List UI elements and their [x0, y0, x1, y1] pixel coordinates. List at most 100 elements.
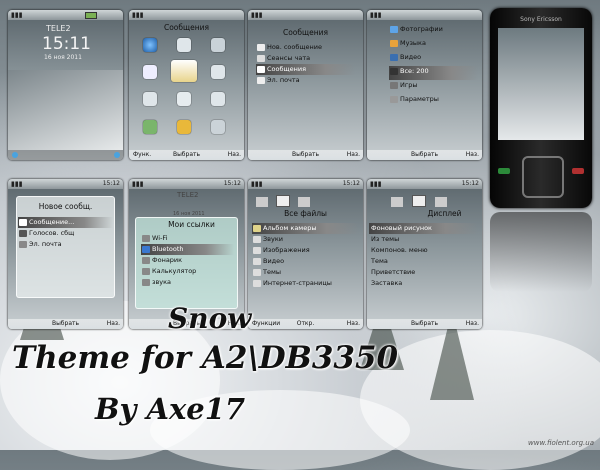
- list-item[interactable]: Wi-Fi: [141, 233, 234, 244]
- wifi-icon: [142, 235, 150, 242]
- screen-title: Сообщения: [282, 28, 328, 37]
- camera-icon[interactable]: [143, 65, 157, 79]
- contacts-icon[interactable]: [177, 38, 191, 52]
- email-icon: [19, 241, 27, 248]
- new-message-icon: [257, 44, 265, 51]
- folder-tab-icon[interactable]: [298, 197, 311, 207]
- globe-icon[interactable]: [143, 38, 157, 52]
- new-message-menu: Сообщение... Голосов. сбщ Эл. почта: [18, 217, 113, 250]
- list-item[interactable]: Заставка: [369, 278, 478, 289]
- status-bar: ▮▮▮ 15:12: [248, 179, 363, 189]
- envelope-icon: [257, 66, 265, 73]
- list-item[interactable]: Интернет-страницы: [252, 278, 359, 289]
- folder-icon: [253, 247, 261, 254]
- end-key: [572, 168, 584, 174]
- film-icon: [390, 68, 398, 75]
- list-item[interactable]: Музыка: [389, 38, 478, 52]
- list-item[interactable]: Звуки: [252, 234, 359, 245]
- signal-icon: ▮▮▮: [132, 11, 144, 19]
- files-menu: Альбом камеры Звуки Изображения Видео Те…: [252, 223, 359, 289]
- list-item[interactable]: Параметры: [389, 94, 478, 108]
- right-dot-icon[interactable]: [114, 152, 120, 158]
- media-icon[interactable]: [143, 92, 157, 106]
- list-item[interactable]: Приветствие: [369, 267, 478, 278]
- list-item[interactable]: Голосов. сбщ: [18, 228, 113, 239]
- list-item-selected[interactable]: Сообщение...: [18, 217, 113, 228]
- call-key: [498, 168, 510, 174]
- list-item[interactable]: Видео: [252, 256, 359, 267]
- screen-media: ▮▮▮ Фотографии Музыка Видео Все: 200 Игр…: [367, 10, 482, 160]
- calendar-icon[interactable]: [177, 120, 191, 134]
- arrow-icon[interactable]: [143, 120, 157, 134]
- standby-wallpaper: [8, 70, 123, 150]
- settings-tab-icon[interactable]: [391, 197, 403, 207]
- status-bar: ▮▮▮: [129, 10, 244, 20]
- list-item[interactable]: Сеансы чата: [256, 53, 355, 64]
- music-icon: [390, 40, 398, 47]
- left-dot-icon[interactable]: [12, 152, 18, 158]
- status-time: 15:12: [342, 180, 360, 187]
- screen-new-message: ▮▮▮ 15:12 Новое сообщ. Сообщение... Голо…: [8, 179, 123, 329]
- softkey-right[interactable]: Наз.: [347, 319, 360, 329]
- softkey-right[interactable]: Наз.: [228, 150, 241, 160]
- folder-icon: [253, 280, 261, 287]
- folder-tab-icon[interactable]: [256, 197, 268, 207]
- softkey-right[interactable]: Наз.: [107, 319, 120, 329]
- list-item[interactable]: Калькулятор: [141, 266, 234, 277]
- list-item[interactable]: Эл. почта: [18, 239, 113, 250]
- screen-title: Все файлы: [284, 209, 327, 218]
- list-item[interactable]: Видео: [389, 52, 478, 66]
- signal-icon: ▮▮▮: [251, 180, 263, 188]
- list-item[interactable]: звука: [141, 277, 234, 288]
- list-item[interactable]: Фонарик: [141, 255, 234, 266]
- status-bar: ▮▮▮ 15:12: [129, 179, 244, 189]
- signal-icon: ▮▮▮: [251, 11, 263, 19]
- softkey-right[interactable]: Наз.: [347, 150, 360, 160]
- list-item-selected[interactable]: Фоновый рисунок: [369, 223, 478, 234]
- display-menu: Фоновый рисунок Из темы Компонов. меню Т…: [369, 223, 478, 289]
- headline-theme: Theme for A2\DB3350: [12, 340, 399, 376]
- phone-reflection: [490, 212, 592, 292]
- softkey-bar: Выбрать Наз.: [248, 150, 363, 160]
- list-item[interactable]: Нов. сообщение: [256, 42, 355, 53]
- video-icon: [390, 54, 398, 61]
- phone-brand: Sony Ericsson: [520, 16, 562, 23]
- flashlight-icon: [142, 257, 150, 264]
- signal-icon: ▮▮▮: [132, 180, 144, 188]
- bluetooth-icon: [142, 246, 150, 253]
- settings-tab-icon[interactable]: [412, 195, 427, 207]
- softkey-right[interactable]: Наз.: [466, 150, 479, 160]
- shortcuts-menu: Wi-Fi Bluetooth Фонарик Калькулятор звук…: [141, 233, 234, 288]
- softkey-bar: Выбрать Наз.: [367, 150, 482, 160]
- organizer-icon[interactable]: [211, 38, 225, 52]
- settings-tab-icon[interactable]: [435, 197, 448, 207]
- list-item-selected[interactable]: Bluetooth: [141, 244, 234, 255]
- list-item-selected[interactable]: Сообщения: [256, 64, 355, 75]
- softkey-right[interactable]: Наз.: [466, 319, 479, 329]
- folder-tab-icon[interactable]: [276, 195, 291, 207]
- phone-icon[interactable]: [177, 92, 191, 106]
- messages-icon[interactable]: [171, 60, 197, 82]
- list-item[interactable]: Темы: [252, 267, 359, 278]
- list-item-selected[interactable]: Все: 200: [389, 66, 478, 80]
- list-item[interactable]: Изображения: [252, 245, 359, 256]
- status-time: 15:12: [223, 180, 241, 187]
- folder-icon: [253, 258, 261, 265]
- screen-menu-grid: ▮▮▮ Сообщения Функ. Выбрать Наз.: [129, 10, 244, 160]
- status-bar: ▮▮▮: [367, 10, 482, 20]
- tools-icon[interactable]: [211, 120, 225, 134]
- phone-display: [498, 28, 584, 140]
- folder-icon: [253, 269, 261, 276]
- list-item[interactable]: Игры: [389, 80, 478, 94]
- watermark: www.fiolent.org.ua: [528, 439, 594, 447]
- list-item-selected[interactable]: Альбом камеры: [252, 223, 359, 234]
- music-icon[interactable]: [211, 65, 225, 79]
- list-item[interactable]: Фотографии: [389, 24, 478, 38]
- softkey-bar: Выбрать Наз.: [367, 319, 482, 329]
- list-item[interactable]: Тема: [369, 256, 478, 267]
- settings-icon[interactable]: [211, 92, 225, 106]
- softkey-bar: Функции Откр. Наз.: [248, 319, 363, 329]
- list-item[interactable]: Эл. почта: [256, 75, 355, 86]
- list-item[interactable]: Компонов. меню: [369, 245, 478, 256]
- list-item[interactable]: Из темы: [369, 234, 478, 245]
